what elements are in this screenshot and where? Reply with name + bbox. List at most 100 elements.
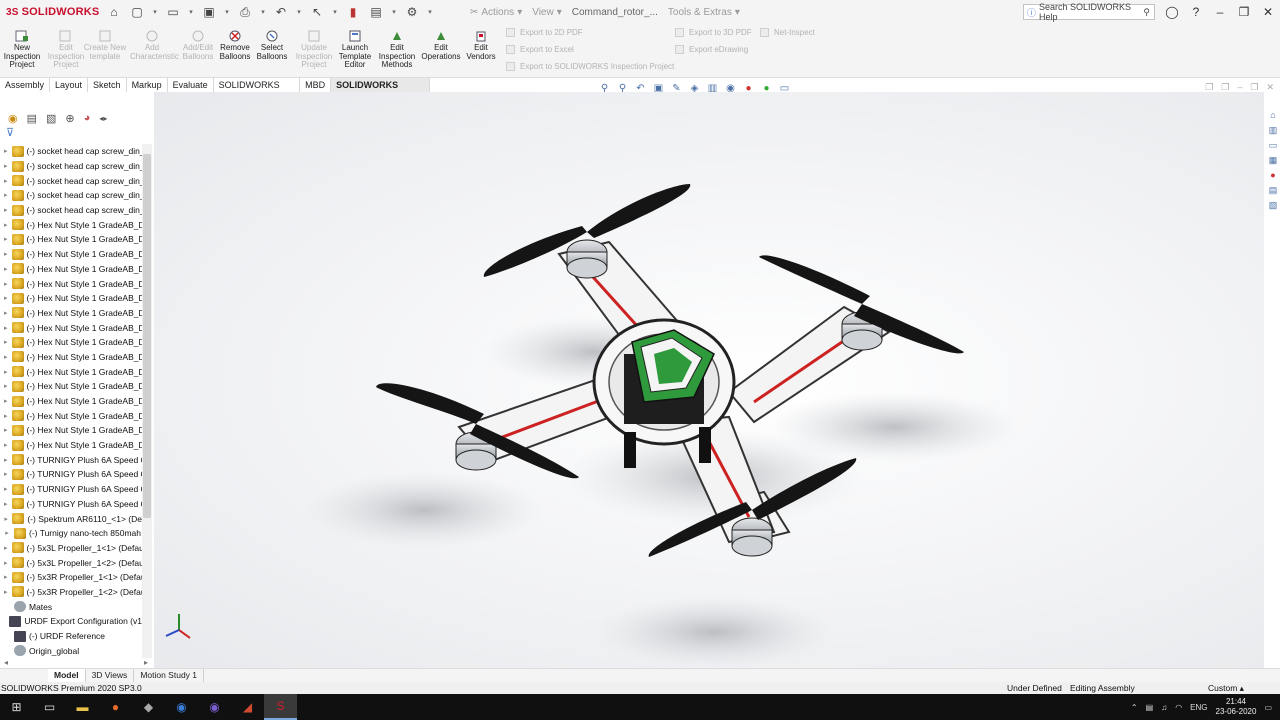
options-gear-icon[interactable]: ⚙ xyxy=(404,4,420,20)
solidworks-taskbar-icon[interactable]: S xyxy=(264,694,297,720)
expand-chevron-icon[interactable]: ▸ xyxy=(0,177,8,185)
tree-node[interactable]: ▸ (-) socket head cap screw_din_ xyxy=(0,159,142,174)
app-icon-4[interactable]: ◢ xyxy=(231,694,264,720)
filter-icon[interactable]: ⊽ xyxy=(0,126,154,142)
tree-node[interactable]: (-) URDF Reference xyxy=(0,629,142,644)
start-button[interactable]: ⊞ xyxy=(0,694,33,720)
scroll-right-icon[interactable]: ▸ xyxy=(144,658,148,668)
tree-node[interactable]: ▸ (-) Turnigy nano-tech 850mah xyxy=(0,526,142,541)
select-dropdown-chevron-icon[interactable]: ▾ xyxy=(332,4,338,20)
search-icon[interactable]: ⚲ xyxy=(1143,7,1150,18)
expand-chevron-icon[interactable]: ▸ xyxy=(0,485,8,493)
select-cursor-icon[interactable]: ↖ xyxy=(309,4,325,20)
tree-node[interactable]: ▸ (-) TURNIGY Plush 6A Speed C xyxy=(0,467,142,482)
expand-chevron-icon[interactable]: ▸ xyxy=(0,441,8,449)
tree-node[interactable]: ▸ (-) Hex Nut Style 1 GradeAB_DI xyxy=(0,408,142,423)
expand-chevron-icon[interactable]: ▸ xyxy=(0,529,10,537)
graphics-area[interactable] xyxy=(154,92,1264,668)
save-dropdown-chevron-icon[interactable]: ▾ xyxy=(224,4,230,20)
status-units[interactable]: Custom ▴ xyxy=(1208,682,1244,694)
app-icon-1[interactable]: ◆ xyxy=(132,694,165,720)
expand-chevron-icon[interactable]: ▸ xyxy=(0,368,8,376)
export-sw-inspection-button[interactable]: Export to SOLIDWORKS Inspection Project xyxy=(506,62,674,71)
user-icon[interactable]: ◯ xyxy=(1160,5,1184,19)
expand-chevron-icon[interactable]: ▸ xyxy=(0,235,8,243)
new-document-icon[interactable]: ▢ xyxy=(129,4,145,20)
help-search-box[interactable]: ⓘ Search SOLIDWORKS Help ⚲ xyxy=(1023,2,1155,22)
tree-node[interactable]: ▸ (-) Hex Nut Style 1 GradeAB_DI xyxy=(0,306,142,321)
tree-node[interactable]: ▸ (-) Hex Nut Style 1 GradeAB_DI xyxy=(0,232,142,247)
expand-chevron-icon[interactable]: ▸ xyxy=(0,456,8,464)
volume-icon[interactable]: ♫ xyxy=(1161,703,1167,712)
expand-chevron-icon[interactable]: ▸ xyxy=(0,191,8,199)
tree-node[interactable]: ▸ (-) socket head cap screw_din_ xyxy=(0,144,142,159)
expand-chevron-icon[interactable]: ▸ xyxy=(0,500,8,508)
network-icon[interactable]: ▤ xyxy=(1146,703,1154,712)
tab-assembly[interactable]: Assembly xyxy=(0,78,51,92)
update-inspection-project-button[interactable]: Update Inspection Project xyxy=(292,30,336,70)
traffic-light-icon[interactable]: ▮ xyxy=(345,4,361,20)
file-explorer-icon[interactable]: ▭ xyxy=(1268,140,1279,151)
tree-node[interactable]: Mates xyxy=(0,599,142,614)
help-icon[interactable]: ? xyxy=(1184,5,1208,19)
tree-node[interactable]: ▸ (-) TURNIGY Plush 6A Speed C xyxy=(0,497,142,512)
display-manager-tab-icon[interactable]: ◕ xyxy=(84,112,91,124)
print-icon[interactable]: ⎙ xyxy=(237,4,253,20)
tree-node[interactable]: ▸ (-) Hex Nut Style 1 GradeAB_DI xyxy=(0,217,142,232)
expand-chevron-icon[interactable]: ▸ xyxy=(0,397,8,405)
expand-chevron-icon[interactable]: ▸ xyxy=(0,353,8,361)
open-dropdown-chevron-icon[interactable]: ▾ xyxy=(188,4,194,20)
home-icon[interactable]: ⌂ xyxy=(106,4,122,20)
tree-node[interactable]: ▸ (-) Hex Nut Style 1 GradeAB_DI xyxy=(0,276,142,291)
export-excel-button[interactable]: Export to Excel xyxy=(506,45,574,54)
tree-node[interactable]: Origin_global xyxy=(0,643,142,658)
export-edrawing-button[interactable]: Export eDrawing xyxy=(675,45,748,54)
expand-chevron-icon[interactable]: ▸ xyxy=(0,588,8,596)
expand-chevron-icon[interactable]: ▸ xyxy=(0,294,8,302)
expand-chevron-icon[interactable]: ▸ xyxy=(0,470,8,478)
dimxpert-tab-icon[interactable]: ⊕ xyxy=(65,112,74,125)
taskbar-clock[interactable]: 21:44 23-06-2020 xyxy=(1216,697,1257,717)
tab-motion-study-1[interactable]: Motion Study 1 xyxy=(134,669,205,682)
tree-node[interactable]: ▸ (-) Hex Nut Style 1 GradeAB_DI xyxy=(0,438,142,453)
new-dropdown-chevron-icon[interactable]: ▾ xyxy=(152,4,158,20)
tree-node[interactable]: ▸ (-) TURNIGY Plush 6A Speed C xyxy=(0,482,142,497)
tree-node[interactable]: ▸ (-) Hex Nut Style 1 GradeAB_DI xyxy=(0,262,142,277)
new-inspection-project-button[interactable]: New Inspection Project xyxy=(0,30,44,70)
tab-sketch[interactable]: Sketch xyxy=(88,78,127,92)
expand-chevron-icon[interactable]: ▸ xyxy=(0,338,8,346)
app-icon-2[interactable]: ◉ xyxy=(165,694,198,720)
custom-properties-icon[interactable]: ▤ xyxy=(1268,185,1279,196)
minimize-button[interactable]: – xyxy=(1208,5,1232,19)
tab-mbd[interactable]: MBD xyxy=(300,78,332,92)
expand-chevron-icon[interactable]: ▸ xyxy=(0,559,8,567)
edit-inspection-methods-button[interactable]: Edit Inspection Methods xyxy=(375,30,419,70)
tree-node[interactable]: ▸ (-) Hex Nut Style 1 GradeAB_DI xyxy=(0,247,142,262)
drone-model-view[interactable] xyxy=(154,92,1264,668)
solidworks-logo[interactable]: 3S SOLIDWORKS xyxy=(0,0,99,24)
expand-chevron-icon[interactable]: ▸ xyxy=(0,147,8,155)
feature-manager-tab-icon[interactable]: ◉ xyxy=(8,112,18,125)
language-indicator[interactable]: ENG xyxy=(1190,703,1207,712)
undo-icon[interactable]: ↶ xyxy=(273,4,289,20)
tree-node[interactable]: ▸ (-) Hex Nut Style 1 GradeAB_DI xyxy=(0,364,142,379)
tree-node[interactable]: ▸ (-) 5x3R Propeller_1<2> (Defau xyxy=(0,585,142,600)
tab-evaluate[interactable]: Evaluate xyxy=(168,78,214,92)
tab-3d-views[interactable]: 3D Views xyxy=(86,669,135,682)
expand-chevron-icon[interactable]: ▸ xyxy=(0,265,8,273)
expand-chevron-icon[interactable]: ▸ xyxy=(0,515,8,523)
expand-chevron-icon[interactable]: ▸ xyxy=(0,250,8,258)
tree-horizontal-scrollbar[interactable]: ◂ ▸ xyxy=(0,658,152,668)
expand-chevron-icon[interactable]: ▸ xyxy=(0,382,8,390)
expand-chevron-icon[interactable]: ▸ xyxy=(0,412,8,420)
view-palette-icon[interactable]: ▦ xyxy=(1268,155,1279,166)
menu-view[interactable]: View ▾ xyxy=(532,7,562,18)
tree-node[interactable]: ▸ (-) 5x3L Propeller_1<2> (Defau xyxy=(0,555,142,570)
tree-node[interactable]: ▸ (-) Hex Nut Style 1 GradeAB_DI xyxy=(0,350,142,365)
add-characteristic-button[interactable]: Add Characteristic xyxy=(130,30,179,61)
scrollbar-thumb[interactable] xyxy=(143,154,151,518)
tab-layout[interactable]: Layout xyxy=(50,78,89,92)
tab-markup[interactable]: Markup xyxy=(127,78,168,92)
tab-solidworks-inspection[interactable]: SOLIDWORKS Inspection xyxy=(331,78,430,104)
tree-node[interactable]: ▸ (-) Hex Nut Style 1 GradeAB_DI xyxy=(0,335,142,350)
